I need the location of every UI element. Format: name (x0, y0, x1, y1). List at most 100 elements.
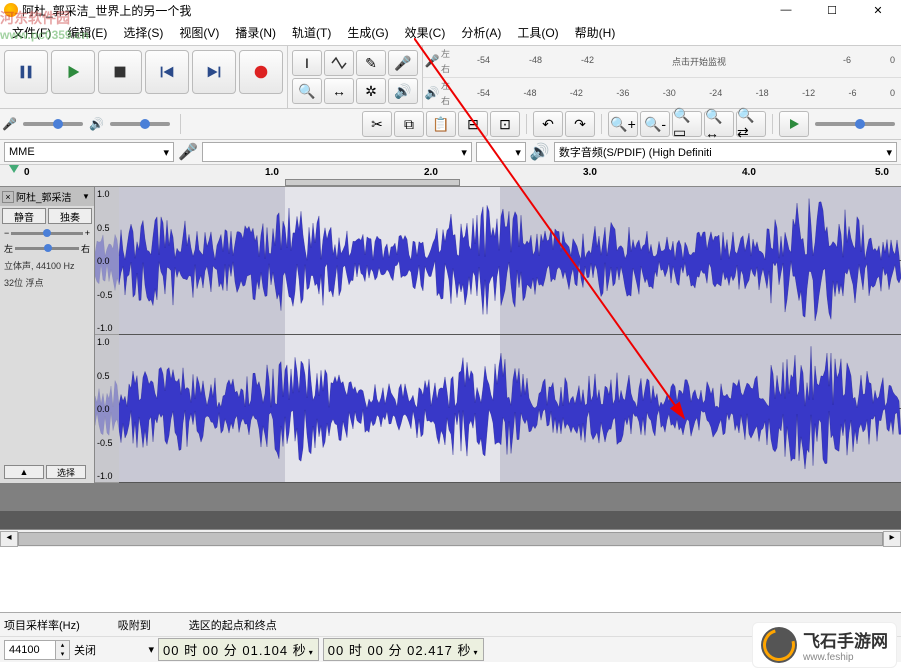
menu-help[interactable]: 帮助(H) (567, 22, 624, 43)
selection-start-time[interactable]: 00 时 00 分 01.104 秒▾ (158, 638, 319, 661)
timeline-ruler[interactable]: 0 1.0 2.0 3.0 4.0 5.0 (0, 165, 901, 187)
zoom-in-button[interactable]: 🔍+ (608, 111, 638, 137)
menu-view[interactable]: 视图(V) (171, 22, 227, 43)
snap-label: 吸附到 (118, 617, 151, 633)
menu-effect[interactable]: 效果(C) (397, 22, 454, 43)
pause-button[interactable] (4, 50, 48, 94)
selection-tool[interactable]: I (292, 50, 322, 76)
timeshift-tool[interactable]: ↔ (324, 78, 354, 104)
ruler-tick: 0 (24, 167, 30, 178)
redo-button[interactable]: ↷ (565, 111, 595, 137)
mic-icon: 🎤 (2, 117, 17, 131)
brand-watermark: 飞石手游网 www.feship (752, 622, 897, 668)
gain-slider[interactable] (11, 232, 82, 235)
wave-label: -1.0 (97, 471, 117, 481)
skip-end-button[interactable] (192, 50, 236, 94)
maximize-button[interactable]: ☐ (809, 0, 855, 20)
menu-tracks[interactable]: 轨道(T) (284, 22, 339, 43)
copy-button[interactable]: ⧉ (394, 111, 424, 137)
ruler-tick: 3.0 (583, 167, 597, 178)
zoom-toggle-button[interactable]: 🔍⇄ (736, 111, 766, 137)
snap-select[interactable]: 关闭▾ (74, 642, 154, 658)
brand-name: 飞石手游网 (803, 627, 888, 652)
recording-meter[interactable]: 🎤 左右 -54-48-42点击开始监视-60 (423, 46, 901, 78)
track-collapse-button[interactable]: ▲ (4, 465, 44, 479)
playback-volume-slider[interactable] (110, 122, 170, 126)
quick-play-region[interactable] (285, 179, 460, 186)
zoom-selection-button[interactable]: 🔍▭ (672, 111, 702, 137)
mute-button[interactable]: 静音 (2, 208, 46, 224)
trim-button[interactable]: ⊟ (458, 111, 488, 137)
ruler-tick: 5.0 (875, 167, 889, 178)
waveform-right-channel[interactable] (95, 335, 901, 483)
playback-device-select[interactable]: 数字音频(S/PDIF) (High Definiti▾ (554, 142, 897, 162)
menu-select[interactable]: 选择(S) (115, 22, 171, 43)
play-at-speed-button[interactable] (779, 111, 809, 137)
envelope-tool[interactable] (324, 50, 354, 76)
playback-speed-slider[interactable] (815, 122, 895, 126)
wave-label: 0.0 (97, 404, 117, 414)
skip-start-button[interactable] (145, 50, 189, 94)
zoom-tool[interactable]: 🔍 (292, 78, 322, 104)
minimize-button[interactable]: — (763, 0, 809, 20)
recording-channels-select[interactable]: ▾ (476, 142, 526, 162)
wave-label: -0.5 (97, 290, 117, 300)
brand-url: www.feship (803, 652, 888, 663)
mic-icon: 🎤 (178, 142, 198, 162)
menu-edit[interactable]: 编辑(E) (59, 22, 115, 43)
record-button[interactable] (239, 50, 283, 94)
undo-button[interactable]: ↶ (533, 111, 563, 137)
menu-generate[interactable]: 生成(G) (339, 22, 396, 43)
recording-device-select[interactable]: ▾ (202, 142, 472, 162)
scroll-left-button[interactable]: ◂ (0, 531, 18, 547)
audio-host-select[interactable]: MME▾ (4, 142, 174, 162)
zoom-fit-button[interactable]: 🔍↔ (704, 111, 734, 137)
paste-button[interactable]: 📋 (426, 111, 456, 137)
sample-rate-select[interactable]: ▴▾ (4, 640, 70, 660)
selection-end-time[interactable]: 00 时 00 分 02.417 秒▾ (323, 638, 484, 661)
ruler-tick: 2.0 (424, 167, 438, 178)
zoom-out-button[interactable]: 🔍- (640, 111, 670, 137)
wave-label: 1.0 (97, 189, 117, 199)
play-button[interactable] (51, 50, 95, 94)
close-button[interactable]: ✕ (855, 0, 901, 20)
speaker-level-icon[interactable]: 🔊 (388, 78, 418, 104)
waveform-left-channel[interactable] (95, 187, 901, 335)
track-menu-button[interactable]: ▼ (82, 192, 92, 201)
ruler-tick: 4.0 (742, 167, 756, 178)
scroll-right-button[interactable]: ▸ (883, 531, 901, 547)
track-name[interactable]: 阿杜_郭采洁 (16, 189, 82, 204)
draw-tool[interactable]: ✎ (356, 50, 386, 76)
silence-button[interactable]: ⊡ (490, 111, 520, 137)
ruler-tick: 1.0 (265, 167, 279, 178)
playhead-icon (9, 165, 19, 173)
recording-volume-slider[interactable] (23, 122, 83, 126)
track-select-button[interactable]: 选择 (46, 465, 86, 479)
pan-slider[interactable] (15, 247, 79, 250)
menu-transport[interactable]: 播录(N) (227, 22, 284, 43)
solo-button[interactable]: 独奏 (48, 208, 92, 224)
menu-tools[interactable]: 工具(O) (509, 22, 566, 43)
playback-meter[interactable]: 🔊 左右 -54-48-42-36-30-24-18-12-60 (423, 78, 901, 109)
multi-tool[interactable]: ✲ (356, 78, 386, 104)
selection-label: 选区的起点和终点 (189, 617, 277, 633)
cut-button[interactable]: ✂ (362, 111, 392, 137)
mic-level-icon[interactable]: 🎤 (388, 50, 418, 76)
menu-file[interactable]: 文件(F) (4, 22, 59, 43)
window-title: 阿杜_郭采洁_世界上的另一个我 (22, 2, 191, 19)
stop-button[interactable] (98, 50, 142, 94)
wave-label: 0.5 (97, 223, 117, 233)
mic-icon: 🎤 (423, 46, 441, 77)
speaker-icon: 🔊 (89, 117, 104, 131)
track-close-button[interactable]: × (2, 191, 14, 203)
track-format: 立体声, 44100 Hz (0, 257, 94, 274)
track-area-bottom (0, 511, 901, 529)
speaker-icon: 🔊 (530, 142, 550, 162)
sample-rate-label: 项目采样率(Hz) (4, 617, 80, 633)
wave-label: 1.0 (97, 337, 117, 347)
menu-analyze[interactable]: 分析(A) (453, 22, 509, 43)
menubar: 文件(F) 编辑(E) 选择(S) 视图(V) 播录(N) 轨道(T) 生成(G… (0, 20, 901, 45)
track-panel: × 阿杜_郭采洁 ▼ 静音 独奏 −+ 左右 立体声, 44100 Hz 32位… (0, 187, 95, 483)
wave-label: -1.0 (97, 323, 117, 333)
horizontal-scrollbar[interactable]: ◂ ▸ (0, 529, 901, 547)
